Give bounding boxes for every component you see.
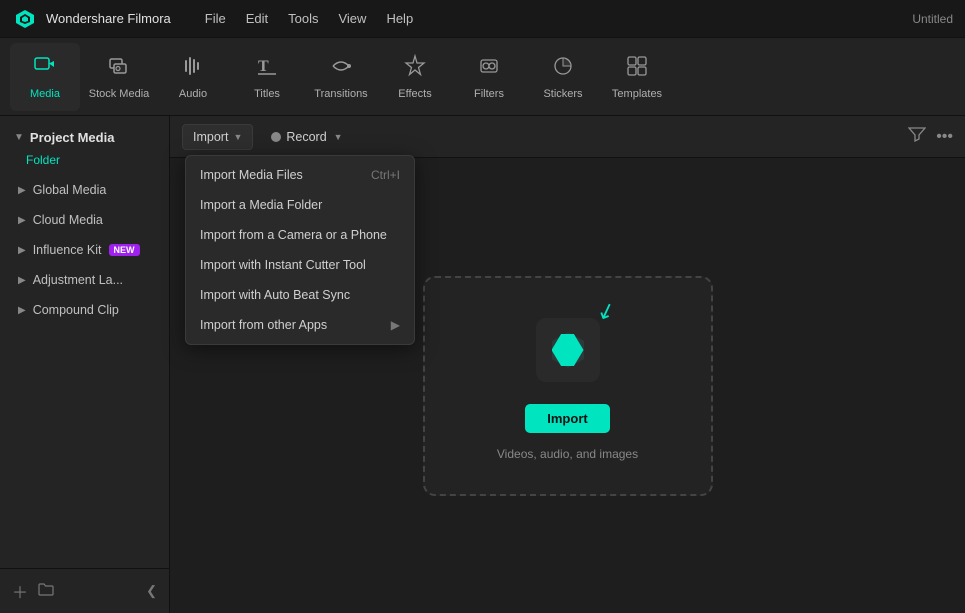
toolbar-stickers-label: Stickers xyxy=(543,88,582,100)
content-toolbar: Import ▼ Record ▼ ••• xyxy=(170,116,965,158)
toolbar-transitions-label: Transitions xyxy=(314,88,367,100)
record-label: Record xyxy=(286,130,326,144)
new-folder-icon[interactable] xyxy=(38,582,54,601)
influence-kit-label: Influence Kit xyxy=(33,243,102,257)
sidebar-item-cloud-media[interactable]: ▶ Cloud Media xyxy=(4,206,165,234)
dd-import-instant-cutter-label: Import with Instant Cutter Tool xyxy=(200,258,366,272)
title-bar: Wondershare Filmora File Edit Tools View… xyxy=(0,0,965,38)
toolbar-stock-label: Stock Media xyxy=(89,88,150,100)
effects-icon xyxy=(403,54,427,84)
more-options-icon[interactable]: ••• xyxy=(936,128,953,146)
import-drop-box: ↙ Import Videos, audio, and images xyxy=(423,276,713,496)
app-name: Wondershare Filmora xyxy=(46,11,171,26)
dd-import-media-folder[interactable]: Import a Media Folder xyxy=(186,190,414,220)
adjustment-la-label: Adjustment La... xyxy=(33,273,123,287)
filmora-logo xyxy=(536,318,600,382)
stock-media-icon xyxy=(107,54,131,84)
audio-icon xyxy=(181,54,205,84)
sidebar-item-adjustment-la[interactable]: ▶ Adjustment La... xyxy=(4,266,165,294)
sidebar-item-influence-kit[interactable]: ▶ Influence Kit NEW xyxy=(4,236,165,264)
adjustment-la-arrow: ▶ xyxy=(18,275,26,286)
menu-view[interactable]: View xyxy=(328,7,376,30)
dropzone-hint: Videos, audio, and images xyxy=(497,447,638,461)
toolbar-effects[interactable]: Effects xyxy=(380,43,450,111)
dd-import-auto-beat[interactable]: Import with Auto Beat Sync xyxy=(186,280,414,310)
media-icon xyxy=(33,54,57,84)
import-icon-wrap: ↙ xyxy=(528,310,608,390)
compound-clip-label: Compound Clip xyxy=(33,303,119,317)
sidebar-collapse-icon[interactable]: ❮ xyxy=(146,583,157,599)
cloud-media-arrow: ▶ xyxy=(18,215,26,226)
dd-import-other-apps-label: Import from other Apps xyxy=(200,318,327,332)
menu-file[interactable]: File xyxy=(195,7,236,30)
dd-import-from-camera[interactable]: Import from a Camera or a Phone xyxy=(186,220,414,250)
toolbar-templates[interactable]: Templates xyxy=(602,43,672,111)
cloud-media-label: Cloud Media xyxy=(33,213,103,227)
project-media-arrow: ▼ xyxy=(14,132,24,143)
toolbar-stickers[interactable]: Stickers xyxy=(528,43,598,111)
sidebar-item-compound-clip[interactable]: ▶ Compound Clip xyxy=(4,296,165,324)
toolbar-effects-label: Effects xyxy=(398,88,431,100)
dd-import-media-files[interactable]: Import Media Files Ctrl+I xyxy=(186,160,414,190)
dd-import-from-camera-label: Import from a Camera or a Phone xyxy=(200,228,387,242)
toolbar-filters[interactable]: Filters xyxy=(454,43,524,111)
sidebar-item-global-media[interactable]: ▶ Global Media xyxy=(4,176,165,204)
svg-text:T: T xyxy=(258,58,269,75)
templates-icon xyxy=(625,54,649,84)
filter-icon[interactable] xyxy=(908,126,926,147)
app-logo xyxy=(12,6,38,32)
compound-clip-arrow: ▶ xyxy=(18,305,26,316)
dd-import-media-folder-label: Import a Media Folder xyxy=(200,198,322,212)
dd-import-media-files-label: Import Media Files xyxy=(200,168,303,182)
global-media-label: Global Media xyxy=(33,183,107,197)
filters-icon xyxy=(477,54,501,84)
toolbar-filters-label: Filters xyxy=(474,88,504,100)
toolbar-audio[interactable]: Audio xyxy=(158,43,228,111)
menu-edit[interactable]: Edit xyxy=(236,7,278,30)
toolbar-templates-label: Templates xyxy=(612,88,662,100)
main-area: ▼ Project Media Folder ▶ Global Media ▶ … xyxy=(0,116,965,613)
record-button[interactable]: Record ▼ xyxy=(261,125,352,149)
toolbar-media-label: Media xyxy=(30,88,60,100)
import-dropdown-menu: Import Media Files Ctrl+I Import a Media… xyxy=(185,155,415,345)
toolbar-transitions[interactable]: Transitions xyxy=(306,43,376,111)
content-toolbar-right: ••• xyxy=(908,126,953,147)
add-item-icon[interactable]: ＋ xyxy=(12,579,28,603)
sidebar: ▼ Project Media Folder ▶ Global Media ▶ … xyxy=(0,116,170,613)
menu-help[interactable]: Help xyxy=(376,7,423,30)
window-title: Untitled xyxy=(912,12,953,26)
global-media-arrow: ▶ xyxy=(18,185,26,196)
influence-kit-badge: NEW xyxy=(109,244,140,256)
toolbar-titles-label: Titles xyxy=(254,88,280,100)
dd-import-other-apps-sub-arrow: ▶ xyxy=(391,318,400,332)
dropzone-import-button[interactable]: Import xyxy=(525,404,609,433)
sidebar-project-media[interactable]: ▼ Project Media xyxy=(0,124,169,151)
toolbar: Media Stock Media Audio T xyxy=(0,38,965,116)
influence-kit-arrow: ▶ xyxy=(18,245,26,256)
toolbar-titles[interactable]: T Titles xyxy=(232,43,302,111)
menu-tools[interactable]: Tools xyxy=(278,7,328,30)
project-media-label: Project Media xyxy=(30,130,115,145)
folder-label[interactable]: Folder xyxy=(26,153,159,167)
dd-import-instant-cutter[interactable]: Import with Instant Cutter Tool xyxy=(186,250,414,280)
titles-icon: T xyxy=(255,54,279,84)
sidebar-bottom: ＋ ❮ xyxy=(0,568,169,613)
transitions-icon xyxy=(329,54,353,84)
import-button[interactable]: Import ▼ xyxy=(182,124,253,150)
record-arrow-icon: ▼ xyxy=(334,132,343,142)
toolbar-audio-label: Audio xyxy=(179,88,207,100)
dd-import-auto-beat-label: Import with Auto Beat Sync xyxy=(200,288,350,302)
import-arrow-icon: ▼ xyxy=(233,132,242,142)
record-dot-icon xyxy=(271,132,281,142)
toolbar-media[interactable]: Media xyxy=(10,43,80,111)
dd-import-media-files-shortcut: Ctrl+I xyxy=(371,168,400,182)
dd-import-other-apps[interactable]: Import from other Apps ▶ xyxy=(186,310,414,340)
toolbar-stock-media[interactable]: Stock Media xyxy=(84,43,154,111)
import-label: Import xyxy=(193,130,228,144)
stickers-icon xyxy=(551,54,575,84)
